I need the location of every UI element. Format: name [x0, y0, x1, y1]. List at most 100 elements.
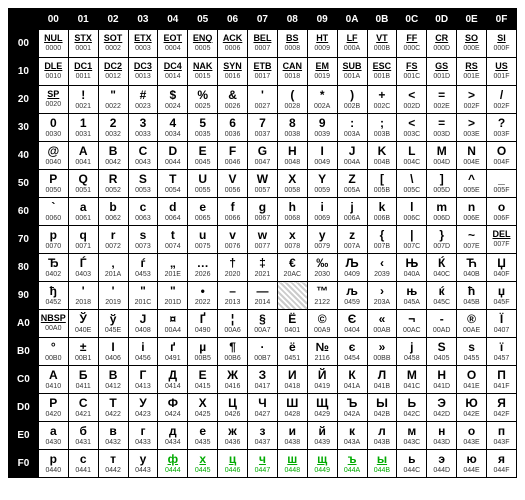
codepoint-value: 00AE [457, 327, 486, 335]
glyph: И [278, 369, 307, 382]
codepoint-cell: 50035 [188, 114, 218, 142]
codepoint-cell: щ0449 [307, 450, 337, 478]
codepoint-cell: п043F [487, 422, 517, 450]
codepoint-value: 0447 [248, 467, 277, 475]
col-header: 00 [38, 9, 68, 30]
glyph: А [39, 369, 68, 382]
glyph: " [129, 285, 158, 298]
codepoint-cell: Ш0428 [277, 394, 307, 422]
glyph: ѓ [129, 257, 158, 270]
codepoint-value: 0027 [248, 103, 277, 111]
codepoint-cell: =002E [427, 86, 457, 114]
codepoint-value: 002E [427, 103, 456, 111]
codepoint-value: 0458 [397, 355, 426, 363]
codepoint-value: 0075 [188, 243, 217, 251]
codepoint-cell: DLE0010 [38, 58, 68, 86]
codepoint-value: 0401 [278, 327, 307, 335]
codepoint-cell: >003E [457, 114, 487, 142]
codepoint-cell: '2019 [98, 282, 128, 310]
codepoint-cell: Л041B [367, 366, 397, 394]
glyph: ё [278, 341, 307, 354]
codepoint-cell: Џ040F [487, 254, 517, 282]
glyph: ) [338, 89, 367, 102]
codepoint-cell: NUL0000 [38, 30, 68, 58]
codepoint-value: 007E [457, 243, 486, 251]
codepoint-cell: ѕ0455 [457, 338, 487, 366]
codepoint-value: 002F [457, 103, 486, 111]
glyph: r [99, 229, 128, 242]
codepoint-value: 006F [487, 215, 516, 223]
glyph: H [278, 145, 307, 158]
glyph: г [129, 425, 158, 438]
codepoint-value: 0432 [99, 439, 128, 447]
row-header: 60 [9, 198, 39, 226]
glyph: R [99, 173, 128, 186]
codepoint-value: 0403 [69, 271, 98, 279]
glyph: 8 [278, 117, 307, 130]
control-mnemonic: SOT [99, 34, 128, 44]
glyph: я [487, 453, 516, 466]
codepoint-cell: ~007E [457, 226, 487, 254]
codepoint-cell: =003D [427, 114, 457, 142]
codepoint-value: 045C [427, 299, 456, 307]
codepoint-cell: с0441 [68, 450, 98, 478]
codepoint-cell: ETB0017 [248, 58, 278, 86]
row-header: 30 [9, 114, 39, 142]
codepoint-cell: ™2122 [307, 282, 337, 310]
codepoint-cell: RS001E [457, 58, 487, 86]
codepoint-value: 0420 [39, 411, 68, 419]
glyph: d [158, 201, 187, 214]
codepoint-cell: 30033 [128, 114, 158, 142]
codepoint-value: 0014 [158, 73, 187, 81]
codepoint-cell: Ѕ0405 [427, 338, 457, 366]
codepoint-cell: О041E [457, 366, 487, 394]
codepoint-value: 004D [427, 159, 456, 167]
codepoint-value: 0042 [99, 159, 128, 167]
codepoint-cell: §00A7 [248, 310, 278, 338]
codepoint-cell: е0435 [188, 422, 218, 450]
codepoint-value: 001E [457, 73, 486, 81]
control-mnemonic: RS [457, 62, 486, 72]
codepoint-cell: 70037 [248, 114, 278, 142]
control-mnemonic: FS [397, 62, 426, 72]
codepoint-cell: к043A [337, 422, 367, 450]
codepoint-cell: 90039 [307, 114, 337, 142]
glyph: Б [69, 369, 98, 382]
codepoint-value: 0005 [188, 45, 217, 53]
glyph: У [129, 397, 158, 410]
glyph: э [427, 453, 456, 466]
codepoint-value: 040E [69, 327, 98, 335]
glyph: = [427, 89, 456, 102]
codepoint-cell: /002F [487, 86, 517, 114]
glyph: к [338, 425, 367, 438]
glyph: ¶ [218, 341, 247, 354]
glyph: [ [368, 173, 397, 186]
glyph: » [368, 341, 397, 354]
codepoint-value: 0041 [69, 159, 98, 167]
glyph: Z [338, 173, 367, 186]
codepoint-cell: i0069 [307, 198, 337, 226]
codepoint-cell: ›203A [367, 282, 397, 310]
codepoint-cell: Р0420 [38, 394, 68, 422]
codepoint-cell: CAN0018 [277, 58, 307, 86]
codepoint-cell: SP0020 [38, 86, 68, 114]
codepoint-cell: у0443 [128, 450, 158, 478]
codepoint-cell: 80038 [277, 114, 307, 142]
codepoint-cell: v0076 [218, 226, 248, 254]
codepoint-value: 0417 [248, 383, 277, 391]
glyph: ї [487, 341, 516, 354]
codepoint-value: 2018 [69, 299, 98, 307]
codepoint-value: 005B [368, 187, 397, 195]
codepoint-value: 0065 [188, 215, 217, 223]
codepoint-value: 040F [487, 271, 516, 279]
codepoint-value: 005D [427, 187, 456, 195]
codepoint-value: 0072 [99, 243, 128, 251]
codepoint-value: 0451 [278, 355, 307, 363]
glyph: х [188, 453, 217, 466]
codepoint-cell: ч0447 [248, 450, 278, 478]
codepoint-cell: {007B [367, 226, 397, 254]
codepoint-cell: µ00B5 [188, 338, 218, 366]
glyph: ‚ [99, 257, 128, 270]
codepoint-value: 045E [99, 327, 128, 335]
glyph: Ш [278, 397, 307, 410]
